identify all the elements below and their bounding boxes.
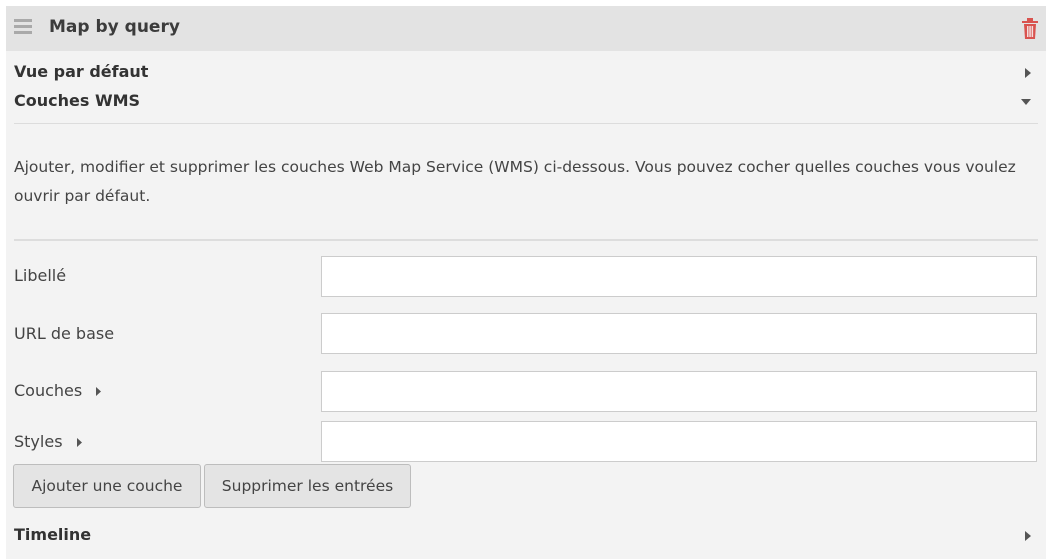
styles-input[interactable]: [321, 421, 1037, 462]
base-url-field-label: URL de base: [14, 324, 114, 343]
layers-input[interactable]: [321, 371, 1037, 412]
label-field-label: Libellé: [14, 266, 66, 285]
wms-description: Ajouter, modifier et supprimer les couch…: [14, 158, 1016, 205]
styles-field-text: Styles: [14, 432, 63, 451]
divider: [14, 123, 1038, 124]
caret-down-icon: [1021, 99, 1031, 105]
caret-right-icon: [1025, 68, 1031, 78]
add-layer-button[interactable]: Ajouter une couche: [13, 464, 201, 508]
panel-title: Map by query: [49, 17, 180, 37]
section-default-view-label: Vue par défaut: [14, 62, 149, 81]
map-by-query-panel: Map by query Vue par défaut Couches WMS …: [6, 6, 1046, 559]
label-field-text: Libellé: [14, 266, 67, 285]
caret-right-icon[interactable]: [76, 437, 83, 448]
section-wms-layers-label: Couches WMS: [14, 91, 141, 110]
caret-right-icon[interactable]: [95, 386, 102, 397]
layers-field-label: Couches: [14, 381, 102, 400]
styles-field-label: Styles: [14, 432, 83, 451]
panel-header: Map by query: [6, 6, 1046, 51]
layers-field-text: Couches: [14, 381, 83, 400]
divider: [14, 239, 1038, 241]
base-url-field-text: URL de base: [14, 324, 115, 343]
section-timeline-label: Timeline: [14, 525, 92, 544]
base-url-input[interactable]: [321, 313, 1037, 354]
section-timeline[interactable]: Timeline: [14, 525, 1038, 549]
drag-handle-icon[interactable]: [14, 19, 32, 35]
section-wms-layers[interactable]: Couches WMS: [14, 91, 1038, 115]
label-input[interactable]: [321, 256, 1037, 297]
remove-entries-button[interactable]: Supprimer les entrées: [204, 464, 411, 508]
trash-icon[interactable]: [1021, 18, 1039, 40]
section-default-view[interactable]: Vue par défaut: [14, 62, 1038, 86]
caret-right-icon: [1025, 531, 1031, 541]
